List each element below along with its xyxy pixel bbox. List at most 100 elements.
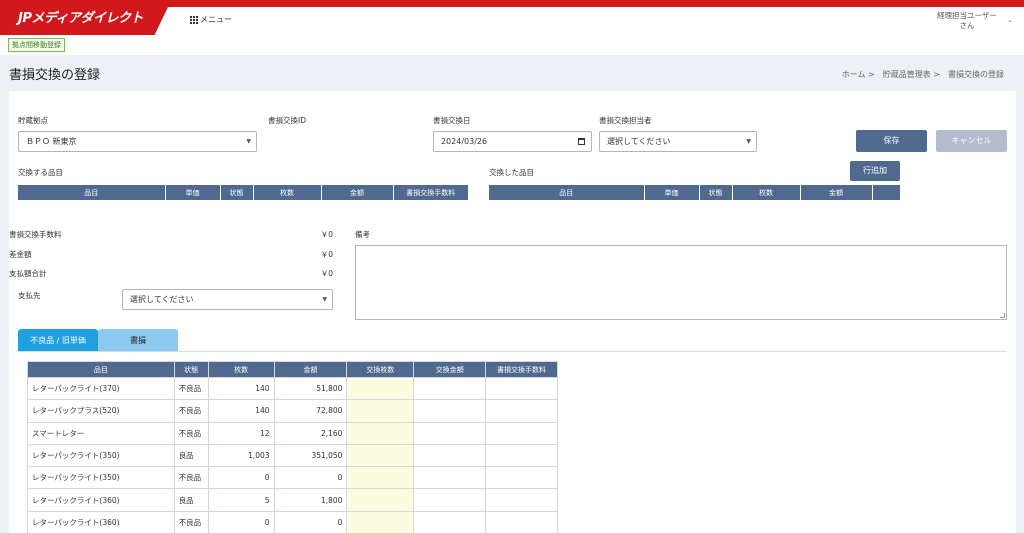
logo[interactable]: JPメディアダイレクト — [0, 7, 168, 35]
count-cell: 1,003 — [207, 443, 275, 468]
payee-label: 支払先 — [18, 291, 41, 300]
menu-button[interactable]: メニュー — [190, 14, 232, 25]
title-band: 書損交換の登録 ホーム > 貯蔵品管理表 > 書損交換の登録 — [0, 55, 1024, 91]
col-header: 枚数 — [253, 185, 322, 200]
tab-damaged[interactable]: 書損 — [98, 329, 178, 352]
col-header: 書損交換手数料 — [485, 361, 558, 378]
remarks-label: 備考 — [355, 230, 370, 239]
col-header: 品目 — [27, 361, 175, 378]
item-cell: レターパックプラス(520) — [27, 399, 175, 423]
state-cell: 良品 — [173, 488, 209, 512]
item-cell: レターパックライト(360) — [27, 488, 175, 512]
user-name: 経理担当ユーザー — [937, 11, 997, 20]
col-header: 単価 — [165, 185, 221, 200]
exchange-count-input[interactable] — [346, 488, 415, 512]
amount-cell: 72,800 — [273, 399, 348, 423]
exchanged-items-label: 交換した品目 — [489, 168, 534, 177]
payee-value: 選択してください — [130, 295, 194, 304]
calendar-icon[interactable] — [578, 138, 585, 145]
exchange-count-input[interactable] — [346, 510, 415, 533]
amount-cell: 1,800 — [273, 488, 348, 512]
storage-label: 貯蔵拠点 — [18, 116, 48, 125]
fee-cell — [485, 421, 558, 445]
amount-cell: 0 — [273, 466, 348, 490]
tab-defective[interactable]: 不良品 / 旧単価 — [18, 329, 98, 352]
table-row: レターパックライト(360) 良品 5 1,800 — [27, 488, 558, 512]
item-cell: スマートレター — [27, 421, 175, 445]
col-header: 状態 — [220, 185, 254, 200]
exchange-amount-cell — [413, 376, 487, 401]
add-row-button[interactable]: 行追加 — [850, 161, 900, 181]
fee-cell — [485, 466, 558, 490]
diff-value: ￥0 — [320, 250, 333, 259]
page-title: 書損交換の登録 — [9, 68, 101, 83]
exchange-amount-cell — [413, 421, 487, 445]
staff-label: 書損交換担当者 — [599, 116, 652, 125]
amount-cell: 51,800 — [273, 376, 348, 401]
count-cell: 5 — [207, 488, 275, 512]
save-button[interactable]: 保存 — [856, 130, 927, 152]
grid-menu-icon — [190, 15, 198, 24]
location-transfer-badge[interactable]: 拠点間移動登録 — [8, 38, 65, 52]
state-cell: 良品 — [173, 443, 209, 468]
breadcrumb[interactable]: ホーム > 貯蔵品管理表 > 書損交換の登録 — [842, 69, 1004, 80]
staff-value: 選択してください — [607, 137, 671, 146]
count-cell: 0 — [207, 466, 275, 490]
fee-label: 書損交換手数料 — [9, 230, 62, 239]
col-header: 枚数 — [732, 185, 801, 200]
chevron-down-icon[interactable]: ⌄ — [1007, 16, 1013, 24]
inventory-table: 品目 状態 枚数 金額 交換枚数 交換金額 書損交換手数料 レターパックライト(… — [27, 361, 558, 533]
col-header: 状態 — [699, 185, 733, 200]
amount-cell: 351,050 — [273, 443, 348, 468]
storage-select[interactable]: ＢＰＯ 新東京 ▼ — [18, 131, 257, 152]
col-header: 金額 — [800, 185, 873, 200]
cancel-button[interactable]: キャンセル — [936, 130, 1007, 152]
staff-select[interactable]: 選択してください ▼ — [599, 131, 757, 152]
col-header: 金額 — [273, 361, 348, 378]
exchange-amount-cell — [413, 399, 487, 423]
col-header: 品目 — [489, 185, 645, 200]
exchange-date-value: 2024/03/26 — [441, 137, 488, 146]
fee-cell — [485, 488, 558, 512]
exchange-count-input[interactable] — [346, 399, 415, 423]
user-menu[interactable]: 経理担当ユーザー さん — [932, 11, 1002, 31]
exchange-count-input[interactable] — [346, 466, 415, 490]
fee-cell — [485, 510, 558, 533]
exchange-date-input[interactable]: 2024/03/26 — [433, 131, 592, 152]
exchanged-items-table: 品目 単価 状態 枚数 金額 — [489, 185, 900, 200]
exchange-id-label: 書損交換ID — [268, 116, 306, 125]
exchange-count-input[interactable] — [346, 443, 415, 468]
exchange-count-input[interactable] — [346, 421, 415, 445]
table-row: レターパックライト(370) 不良品 140 51,800 — [27, 376, 558, 401]
count-cell: 140 — [207, 376, 275, 401]
count-cell: 0 — [207, 510, 275, 533]
col-header: 交換金額 — [413, 361, 487, 378]
payee-select[interactable]: 選択してください ▼ — [122, 289, 333, 310]
amount-cell: 2,160 — [273, 421, 348, 445]
tab-divider — [18, 351, 1007, 352]
item-cell: レターパックライト(360) — [27, 510, 175, 533]
state-cell: 不良品 — [173, 510, 209, 533]
count-cell: 12 — [207, 421, 275, 445]
total-label: 支払額合計 — [9, 269, 47, 278]
diff-label: 差金額 — [9, 250, 32, 259]
state-cell: 不良品 — [173, 399, 209, 423]
chevron-down-icon: ▼ — [746, 138, 751, 145]
col-header: 書損交換手数料 — [393, 185, 468, 200]
resize-handle-icon[interactable] — [1000, 313, 1005, 318]
table-row: スマートレター 不良品 12 2,160 — [27, 421, 558, 445]
remarks-textarea[interactable] — [355, 245, 1007, 320]
user-suffix: さん — [959, 21, 975, 30]
col-header: 枚数 — [207, 361, 275, 378]
state-cell: 不良品 — [173, 421, 209, 445]
item-cell: レターパックライト(370) — [27, 376, 175, 401]
state-cell: 不良品 — [173, 376, 209, 401]
col-header: 品目 — [18, 185, 166, 200]
fee-value: ￥0 — [320, 230, 333, 239]
storage-value: ＢＰＯ 新東京 — [26, 137, 77, 146]
item-cell: レターパックライト(350) — [27, 443, 175, 468]
exchange-items-label: 交換する品目 — [18, 168, 63, 177]
table-row: レターパックプラス(520) 不良品 140 72,800 — [27, 399, 558, 423]
exchange-count-input[interactable] — [346, 376, 415, 401]
fee-cell — [485, 376, 558, 401]
